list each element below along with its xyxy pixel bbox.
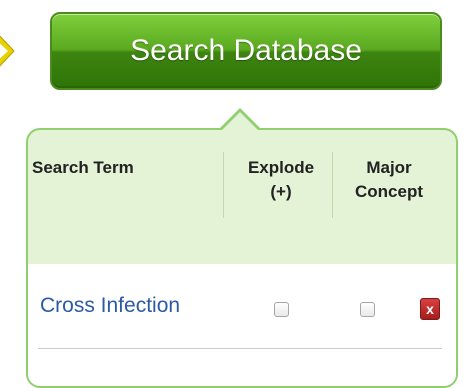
major-concept-checkbox[interactable]	[360, 302, 375, 317]
explode-checkbox[interactable]	[274, 302, 289, 317]
search-terms-panel: Search Term Explode (+) Major Concept Cros…	[26, 128, 458, 388]
explode-header-text: Explode (+)	[247, 158, 315, 201]
delete-term-button[interactable]: x	[420, 298, 440, 320]
major-concept-header-text: Major Concept	[355, 158, 423, 201]
row-divider	[38, 348, 442, 349]
search-database-button[interactable]: Search Database	[50, 12, 442, 90]
column-divider	[223, 152, 224, 218]
column-header-search-term: Search Term	[32, 158, 134, 177]
column-header-explode: Explode (+)	[226, 156, 336, 204]
table-row: Cross Infection x	[28, 264, 456, 386]
column-divider	[332, 152, 333, 218]
expand-arrow-icon[interactable]	[0, 30, 20, 72]
search-term-link[interactable]: Cross Infection	[40, 294, 180, 318]
panel-pointer-fill	[221, 112, 259, 131]
table-header: Search Term Explode (+) Major Concept	[28, 130, 456, 264]
delete-x-icon: x	[426, 301, 434, 317]
column-header-major-concept: Major Concept	[334, 156, 444, 204]
